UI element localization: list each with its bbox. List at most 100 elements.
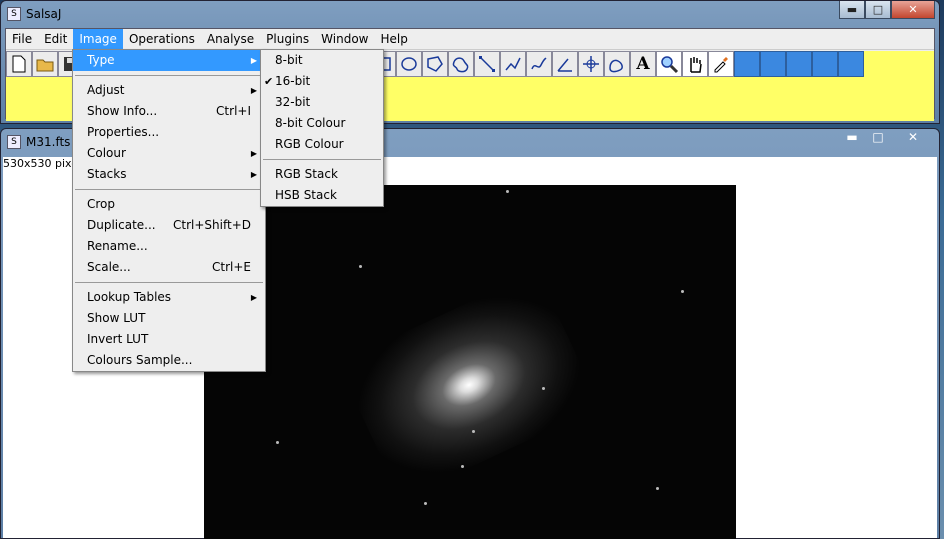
oval-icon[interactable] <box>396 51 422 77</box>
close-button[interactable]: ✕ <box>891 1 935 19</box>
menu-separator <box>261 155 383 164</box>
submenu-arrow-icon: ▶ <box>250 170 257 179</box>
star <box>359 265 362 268</box>
wand-icon[interactable] <box>604 51 630 77</box>
checkmark-icon: ✔ <box>264 75 274 88</box>
menu-item-colour[interactable]: Colour ▶ <box>73 143 265 164</box>
menu-item-32-bit[interactable]: 32-bit <box>261 92 383 113</box>
image-minimize-button[interactable]: ▬ <box>839 129 865 147</box>
segmented-line-icon[interactable] <box>500 51 526 77</box>
new-file-icon[interactable] <box>6 51 32 77</box>
minimize-button[interactable]: ▬ <box>839 1 865 19</box>
menu-separator <box>73 185 265 194</box>
image-canvas[interactable] <box>204 185 736 539</box>
image-menu: Type ▶ Adjust ▶ Show Info... Ctrl+I Properties… <box>72 49 266 372</box>
menu-item-type[interactable]: Type ▶ <box>73 50 265 71</box>
star <box>681 290 684 293</box>
menu-item-scale[interactable]: Scale... Ctrl+E <box>73 257 265 278</box>
menu-item-label: Duplicate... <box>87 218 156 232</box>
open-folder-icon[interactable] <box>32 51 58 77</box>
image-close-button[interactable]: ✕ <box>891 129 935 147</box>
menu-item-hsb-stack[interactable]: HSB Stack <box>261 185 383 206</box>
angle-icon[interactable] <box>552 51 578 77</box>
crosshair-icon[interactable] <box>578 51 604 77</box>
galaxy-image <box>337 270 601 500</box>
menu-item-shortcut: Ctrl+Shift+D <box>173 218 251 232</box>
menu-item-16-bit[interactable]: ✔ 16-bit <box>261 71 383 92</box>
text-tool-label: A <box>636 54 650 74</box>
app-icon: S <box>7 7 21 21</box>
menu-item-stacks[interactable]: Stacks ▶ <box>73 164 265 185</box>
menu-item-label: RGB Colour <box>275 137 344 151</box>
dropper-icon[interactable] <box>708 51 734 77</box>
menu-item-label: HSB Stack <box>275 188 337 202</box>
line-icon[interactable] <box>474 51 500 77</box>
menubar: File Edit Image Operations Analyse Plugins Win… <box>6 28 934 50</box>
menu-item-rgb-stack[interactable]: RGB Stack <box>261 164 383 185</box>
menu-item-lookup-tables[interactable]: Lookup Tables ▶ <box>73 287 265 308</box>
image-window-icon: S <box>7 135 21 149</box>
menu-item-8-bit-colour[interactable]: 8-bit Colour <box>261 113 383 134</box>
menu-item-invert-lut[interactable]: Invert LUT <box>73 329 265 350</box>
menu-separator <box>73 71 265 80</box>
submenu-arrow-icon: ▶ <box>250 86 257 95</box>
toolbar-spacer <box>838 51 864 77</box>
magnifier-icon[interactable] <box>656 51 682 77</box>
menu-item-duplicate[interactable]: Duplicate... Ctrl+Shift+D <box>73 215 265 236</box>
menu-help[interactable]: Help <box>374 29 413 50</box>
submenu-arrow-icon: ▶ <box>250 293 257 302</box>
menu-item-label: Properties... <box>87 125 160 139</box>
star <box>461 465 464 468</box>
window-title: SalsaJ <box>26 7 62 21</box>
menu-item-properties[interactable]: Properties... <box>73 122 265 143</box>
image-window-title: M31.fts <box>26 135 71 149</box>
menu-item-rgb-colour[interactable]: RGB Colour <box>261 134 383 155</box>
menu-item-label: Rename... <box>87 239 148 253</box>
image-info: 530x530 pixe <box>3 157 78 170</box>
menu-item-label: 8-bit <box>275 53 303 67</box>
menu-item-rename[interactable]: Rename... <box>73 236 265 257</box>
menu-operations[interactable]: Operations <box>123 29 201 50</box>
menu-item-label: Adjust <box>87 83 125 97</box>
star <box>656 487 659 490</box>
main-title-bar[interactable]: S SalsaJ ▬ □ ✕ <box>1 1 939 27</box>
menu-window[interactable]: Window <box>315 29 374 50</box>
text-icon[interactable]: A <box>630 51 656 77</box>
menu-item-label: Show LUT <box>87 311 146 325</box>
freehand-line-icon[interactable] <box>526 51 552 77</box>
menu-file[interactable]: File <box>6 29 38 50</box>
star <box>472 430 475 433</box>
freehand-icon[interactable] <box>448 51 474 77</box>
menu-item-label: RGB Stack <box>275 167 338 181</box>
menu-image[interactable]: Image <box>73 28 123 50</box>
polygon-icon[interactable] <box>422 51 448 77</box>
menu-item-8-bit[interactable]: 8-bit <box>261 50 383 71</box>
toolbar-spacer <box>734 51 760 77</box>
type-submenu: 8-bit ✔ 16-bit 32-bit 8-bit Colour RGB Colour… <box>260 49 384 207</box>
submenu-arrow-icon: ▶ <box>250 56 257 65</box>
submenu-arrow-icon: ▶ <box>250 149 257 158</box>
menu-item-show-info[interactable]: Show Info... Ctrl+I <box>73 101 265 122</box>
maximize-button[interactable]: □ <box>865 1 891 19</box>
menu-item-label: Crop <box>87 197 116 211</box>
menu-analyse[interactable]: Analyse <box>201 29 260 50</box>
image-maximize-button[interactable]: □ <box>865 129 891 147</box>
menu-item-label: Invert LUT <box>87 332 149 346</box>
star <box>424 502 427 505</box>
menu-edit[interactable]: Edit <box>38 29 73 50</box>
star <box>276 441 279 444</box>
menu-item-label: Colours Sample... <box>87 353 193 367</box>
menu-item-label: Stacks <box>87 167 127 181</box>
menu-item-label: Type <box>87 53 115 67</box>
menu-item-label: 32-bit <box>275 95 311 109</box>
menu-separator <box>73 278 265 287</box>
menu-plugins[interactable]: Plugins <box>260 29 315 50</box>
menu-item-show-lut[interactable]: Show LUT <box>73 308 265 329</box>
menu-item-label: Colour <box>87 146 126 160</box>
star <box>506 190 509 193</box>
star <box>542 387 545 390</box>
menu-item-adjust[interactable]: Adjust ▶ <box>73 80 265 101</box>
menu-item-colours-sample[interactable]: Colours Sample... <box>73 350 265 371</box>
hand-icon[interactable] <box>682 51 708 77</box>
menu-item-crop[interactable]: Crop <box>73 194 265 215</box>
